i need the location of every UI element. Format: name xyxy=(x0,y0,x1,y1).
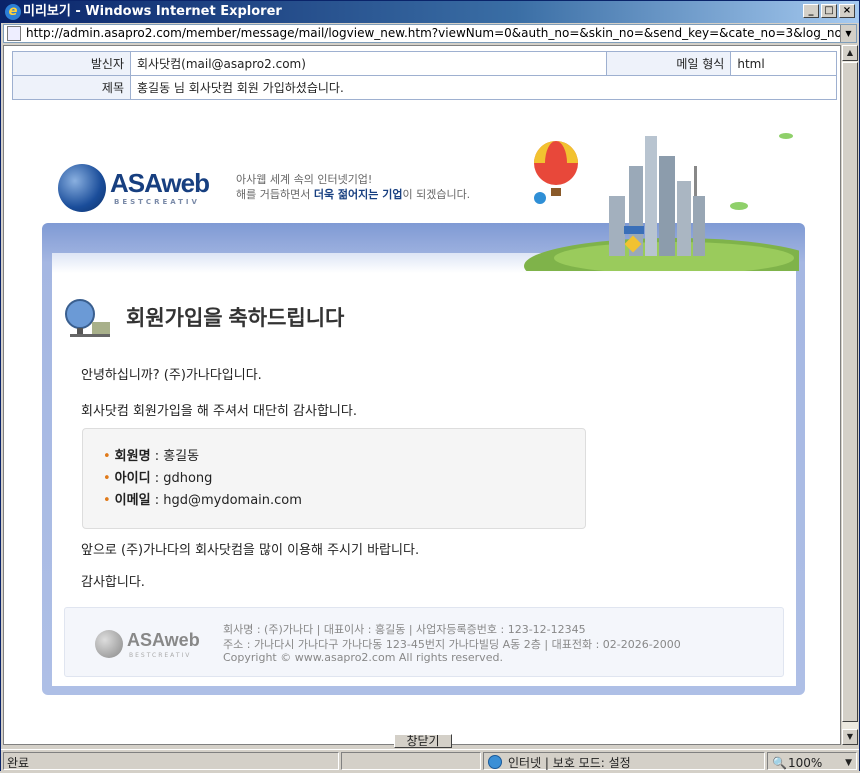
mail-footer: ASAweb BESTCREATIV 회사명 : (주)가나다 | 대표이사 :… xyxy=(64,607,784,677)
mail-title: 회원가입을 축하드립니다 xyxy=(126,307,345,330)
page-icon xyxy=(7,26,21,41)
footer-copyright: Copyright © www.asapro2.com All rights r… xyxy=(223,651,503,664)
globe-logo-icon xyxy=(58,164,106,212)
format-label: 메일 형식 xyxy=(606,51,732,76)
content-area: 발신자 회사닷컴(mail@asapro2.com) 메일 형식 html 제목… xyxy=(3,45,841,745)
member-info-box: • 회원명 : 홍길동 • 아이디 : gdhong • 이메일 : hgd@mydo… xyxy=(82,428,586,529)
address-dropdown-icon[interactable]: ▼ xyxy=(840,25,856,42)
internet-globe-icon xyxy=(488,755,502,769)
vertical-scrollbar[interactable]: ▲ ▼ xyxy=(842,45,858,745)
address-bar[interactable]: http://admin.asapro2.com/member/message/… xyxy=(3,24,857,43)
info-row-id: • 아이디 : gdhong xyxy=(103,471,213,486)
title-bar: e 미리보기 - Windows Internet Explorer _ □ × xyxy=(1,1,859,23)
close-window-link[interactable]: 창닫기 xyxy=(394,734,452,748)
window-title: 미리보기 - Windows Internet Explorer xyxy=(23,4,282,19)
security-zone[interactable]: 인터넷 | 보호 모드: 설정 xyxy=(483,752,765,770)
info-row-email: • 이메일 : hgd@mydomain.com xyxy=(103,493,302,508)
greeting-text: 안녕하십니까? (주)가나다입니다. xyxy=(81,368,262,383)
status-bar: 완료 인터넷 | 보호 모드: 설정 🔍 100% ▼ xyxy=(1,749,859,771)
subject-label: 제목 xyxy=(12,75,131,100)
format-value: html xyxy=(730,51,837,76)
scroll-thumb[interactable] xyxy=(842,62,858,722)
info-row-name: • 회원명 : 홍길동 xyxy=(103,449,200,464)
closing-text: 앞으로 (주)가나다의 회사닷컴을 많이 이용해 주시기 바랍니다. xyxy=(81,543,420,558)
sender-label: 발신자 xyxy=(12,51,131,76)
subject-value: 홍길동 님 회사닷컴 회원 가입하셨습니다. xyxy=(130,75,837,100)
globe-icon xyxy=(65,299,110,337)
mail-header-table: 발신자 회사닷컴(mail@asapro2.com) 메일 형식 html 제목… xyxy=(12,51,837,100)
slogan-line1: 아사웹 세계 속의 인터넷기업! xyxy=(236,173,373,186)
footer-company: 회사명 : (주)가나다 | 대표이사 : 홍길동 | 사업자등록증번호 : 1… xyxy=(223,623,586,636)
footer-address: 주소 : 가나다시 가나다구 가나다동 123-45번지 가나다빌딩 A동 2층… xyxy=(223,638,681,651)
zoom-icon: 🔍 xyxy=(772,756,787,770)
browser-window: e 미리보기 - Windows Internet Explorer _ □ ×… xyxy=(0,0,860,771)
footer-logo: ASAweb BESTCREATIV xyxy=(95,628,205,660)
zoom-dropdown-icon[interactable]: ▼ xyxy=(845,753,852,773)
zoom-control[interactable]: 🔍 100% ▼ xyxy=(767,752,857,770)
brand-sub: BESTCREATIV xyxy=(114,198,200,206)
scroll-up-icon[interactable]: ▲ xyxy=(842,45,858,61)
footer-globe-icon xyxy=(95,630,123,658)
city-balloon-illustration xyxy=(524,133,799,271)
close-window-button[interactable]: × xyxy=(839,4,855,18)
scroll-down-icon[interactable]: ▼ xyxy=(842,729,858,745)
brand-name: ASAweb xyxy=(110,168,210,198)
brand-slogan: 아사웹 세계 속의 인터넷기업! 해를 거듭하면서 더욱 젊어지는 기업이 되겠… xyxy=(236,173,471,201)
asaweb-logo: ASAweb BESTCREATIV xyxy=(58,164,228,214)
minimize-button[interactable]: _ xyxy=(803,4,819,18)
sender-value: 회사닷컴(mail@asapro2.com) xyxy=(129,51,608,76)
ie-logo-icon: e xyxy=(5,4,21,20)
thanks-text: 회사닷컴 회원가입을 해 주셔서 대단히 감사합니다. xyxy=(81,404,357,419)
signoff-text: 감사합니다. xyxy=(81,575,145,590)
maximize-button[interactable]: □ xyxy=(821,4,837,18)
address-url: http://admin.asapro2.com/member/message/… xyxy=(26,26,857,40)
status-text: 완료 xyxy=(3,752,339,770)
